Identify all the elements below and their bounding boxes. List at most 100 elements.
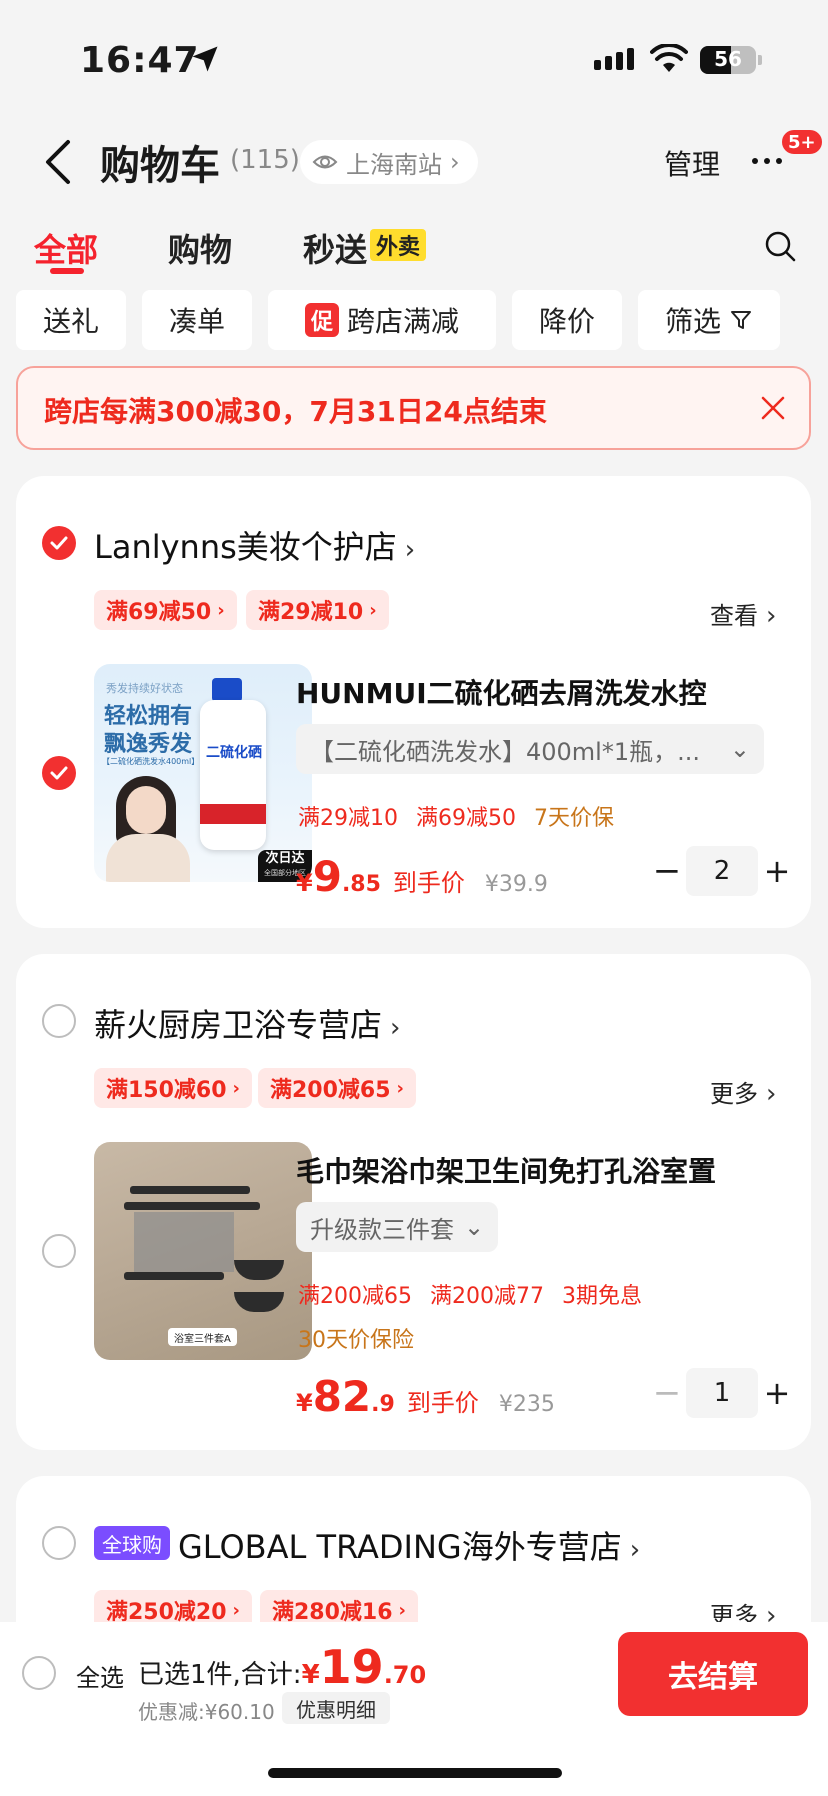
filter-price-drop[interactable]: 降价 <box>512 290 622 350</box>
product-price: ¥ 9 .85 到手价 ¥39.9 <box>296 852 548 901</box>
bottle <box>200 700 266 850</box>
shelf-basket <box>234 1292 284 1312</box>
coupon-label: 满200减65 <box>270 1078 391 1103</box>
eye-icon <box>312 155 338 169</box>
store-checkbox[interactable] <box>42 1526 76 1560</box>
promo-tag-icon: 促 <box>304 303 339 337</box>
bottle-label: 二硫化硒 <box>206 745 262 761</box>
chevron-right-icon: › <box>450 148 460 176</box>
coupon-label: 满69减50 <box>106 600 212 625</box>
promo-item: 满200减65 <box>298 1284 412 1309</box>
battery-tip <box>758 55 762 65</box>
promo-item: 30天价保险 <box>298 1328 414 1353</box>
increase-button[interactable]: + <box>762 852 792 890</box>
product-promos: 满29减10 满69减50 7天价保 <box>298 800 614 832</box>
discount-detail-button[interactable]: 优惠明细 <box>282 1692 390 1724</box>
store-checkbox[interactable] <box>42 1004 76 1038</box>
signal-icon <box>594 48 634 70</box>
store-coupon[interactable]: 满29减10 › <box>246 590 389 630</box>
chevron-right-icon: › <box>629 1535 641 1565</box>
store-checkbox[interactable] <box>42 526 76 560</box>
discount-text: 优惠减:¥60.10 <box>138 1700 275 1724</box>
model-face <box>126 786 166 834</box>
status-time: 16:47 <box>80 40 200 81</box>
view-coupons-link[interactable]: 查看 › <box>710 596 776 631</box>
store-name-link[interactable]: 薪火厨房卫浴专营店 › <box>94 1000 400 1046</box>
filter-price-drop-label: 降价 <box>538 305 595 338</box>
product-checkbox[interactable] <box>42 756 76 790</box>
more-coupons-link[interactable]: 更多 › <box>710 1074 776 1109</box>
price-integer: 82 <box>312 1372 372 1421</box>
view-label: 查看 <box>710 602 758 630</box>
chevron-right-icon: › <box>766 1079 777 1109</box>
location-chip[interactable]: 上海南站 › <box>300 140 478 184</box>
product-image[interactable]: 秀发持续好状态 轻松拥有 飘逸秀发 【二硫化硒洗发水400ml】 二硫化硒 次日… <box>94 664 312 882</box>
product-image[interactable]: 浴室三件套A <box>94 1142 312 1360</box>
store-name: Lanlynns美妆个护店 <box>94 528 397 566</box>
status-bar: 16:47 56 <box>0 0 828 110</box>
select-all-checkbox[interactable] <box>22 1656 56 1690</box>
filter-gift[interactable]: 送礼 <box>16 290 126 350</box>
chevron-right-icon: › <box>232 1077 240 1099</box>
store-card: 薪火厨房卫浴专营店 › 满150减60 › 满200减65 › 更多 › 浴室三件套A … <box>16 954 811 1450</box>
chevron-right-icon: › <box>390 1013 401 1043</box>
decrease-button[interactable]: − <box>652 1373 682 1413</box>
chevron-right-icon: › <box>404 535 416 565</box>
product-title[interactable]: 毛巾架浴巾架卫生间免打孔浴室置 <box>296 1150 726 1190</box>
tab-shopping[interactable]: 购物 <box>168 225 232 271</box>
image-sub: 【二硫化硒洗发水400ml】 <box>102 757 200 766</box>
promo-item: 3期免息 <box>562 1284 642 1309</box>
total-decimal: .70 <box>383 1661 427 1689</box>
store-coupon[interactable]: 满69减50 › <box>94 590 237 630</box>
currency-symbol: ¥ <box>296 869 313 897</box>
rack-bar <box>130 1186 250 1194</box>
store-name-link[interactable]: GLOBAL TRADING海外专营店 › <box>178 1522 640 1568</box>
coupon-label: 满150减60 <box>106 1078 227 1103</box>
location-arrow-icon <box>192 46 218 72</box>
increase-button[interactable]: + <box>762 1374 792 1412</box>
global-tag: 全球购 <box>94 1526 170 1560</box>
check-icon <box>50 766 68 780</box>
rack-bar <box>124 1272 224 1280</box>
product-promos-2: 30天价保险 <box>298 1322 414 1354</box>
product-checkbox[interactable] <box>42 1234 76 1268</box>
back-button[interactable] <box>38 136 78 188</box>
dot-icon <box>752 158 758 164</box>
towel <box>134 1212 234 1272</box>
manage-button[interactable]: 管理 <box>664 143 720 183</box>
filter-combine[interactable]: 凑单 <box>142 290 252 350</box>
total-integer: 19 <box>319 1640 384 1694</box>
product-title[interactable]: HUNMUI二硫化硒去屑洗发水控 <box>296 672 726 712</box>
promo-item: 满69减50 <box>416 806 516 831</box>
chevron-right-icon: › <box>369 599 377 621</box>
coupon-label: 满29减10 <box>258 600 364 625</box>
store-name: 薪火厨房卫浴专营店 <box>94 1006 383 1044</box>
close-icon[interactable] <box>759 394 787 422</box>
store-name-link[interactable]: Lanlynns美妆个护店 › <box>94 522 415 568</box>
spec-selector[interactable]: 【二硫化硒洗发水】400ml*1瓶，... ⌄ <box>296 724 764 774</box>
page-title: 购物车 <box>100 143 220 189</box>
image-top-text: 秀发持续好状态 <box>106 682 183 695</box>
filter-button[interactable]: 筛选 <box>638 290 780 350</box>
search-icon[interactable] <box>764 230 796 262</box>
select-all-label[interactable]: 全选 <box>76 1658 124 1693</box>
store-card: Lanlynns美妆个护店 › 满69减50 › 满29减10 › 查看 › 秀发持续好… <box>16 476 811 928</box>
spec-selector[interactable]: 升级款三件套 ⌄ <box>296 1202 499 1252</box>
tab-express[interactable]: 秒送 <box>303 225 367 271</box>
price-decimal: .9 <box>371 1392 395 1417</box>
cart-count: (115) <box>230 145 300 175</box>
dot-icon <box>764 158 770 164</box>
quantity-field[interactable]: 2 <box>686 846 758 896</box>
battery-level: 56 <box>714 47 742 71</box>
store-coupon[interactable]: 满200减65 › <box>258 1068 416 1108</box>
decrease-button[interactable]: − <box>652 851 682 891</box>
tab-underline <box>50 268 84 274</box>
filter-label: 筛选 <box>664 305 721 338</box>
tab-all[interactable]: 全部 <box>34 225 98 271</box>
price-label: 到手价 <box>392 869 465 897</box>
checkout-button[interactable]: 去结算 <box>618 1632 808 1716</box>
filter-combine-label: 凑单 <box>168 305 225 338</box>
filter-cross-store[interactable]: 促 跨店满减 <box>268 290 496 350</box>
quantity-field[interactable]: 1 <box>686 1368 758 1418</box>
store-coupon[interactable]: 满150减60 › <box>94 1068 252 1108</box>
